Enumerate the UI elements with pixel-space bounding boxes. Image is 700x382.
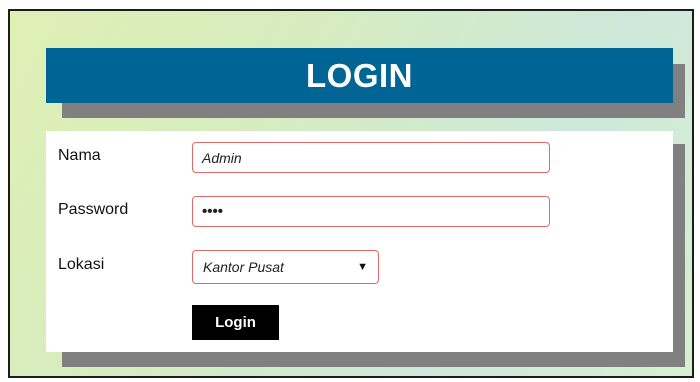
name-value: Admin bbox=[202, 149, 242, 166]
name-input[interactable]: Admin bbox=[192, 142, 550, 173]
password-label: Password bbox=[58, 201, 129, 218]
location-selected: Kantor Pusat bbox=[203, 259, 284, 275]
location-select[interactable]: Kantor Pusat ▼ bbox=[192, 250, 379, 284]
location-label: Lokasi bbox=[58, 256, 105, 273]
login-button[interactable]: Login bbox=[192, 305, 279, 340]
password-value: •••• bbox=[202, 203, 224, 220]
dropdown-arrow-icon: ▼ bbox=[357, 261, 368, 273]
page-title: LOGIN bbox=[46, 48, 673, 103]
name-label: Nama bbox=[58, 147, 101, 164]
password-input[interactable]: •••• bbox=[192, 196, 550, 227]
